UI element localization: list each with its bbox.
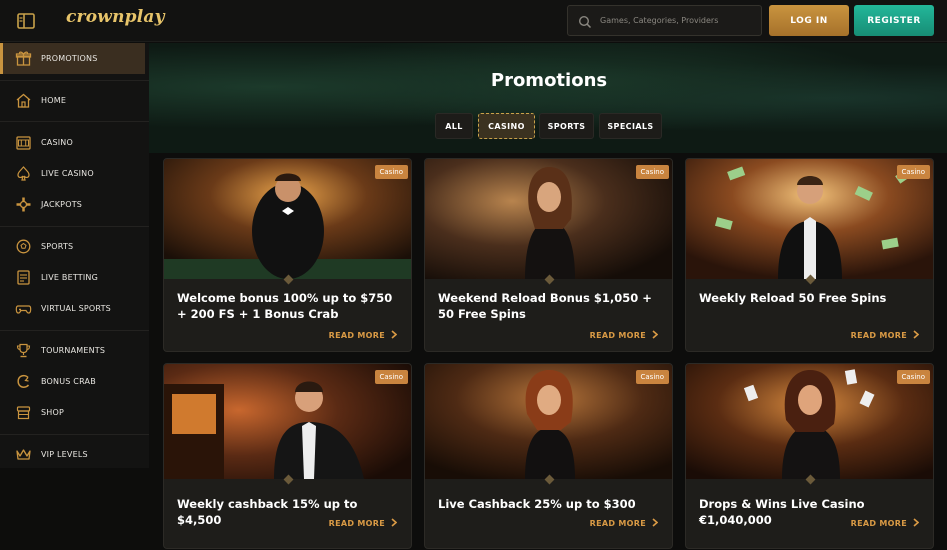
- gift-icon: [15, 50, 32, 67]
- promo-image[interactable]: Casino: [164, 159, 411, 279]
- crab-icon: [15, 373, 32, 390]
- shop-icon: [15, 404, 32, 421]
- read-more-link[interactable]: READ MORE: [850, 330, 920, 341]
- sidebar-item-home[interactable]: HOME: [0, 85, 145, 116]
- sidebar-item-live-casino[interactable]: LIVE CASINO: [0, 158, 145, 189]
- filter-all[interactable]: ALL: [435, 113, 473, 139]
- sidebar-item-sports[interactable]: SPORTS: [0, 231, 145, 262]
- slot-machine-icon: [15, 134, 32, 151]
- read-more-label: READ MORE: [850, 331, 907, 340]
- chevron-right-icon: [391, 518, 398, 529]
- sidebar-item-bonus-crab[interactable]: BONUS CRAB: [0, 366, 145, 397]
- promo-image[interactable]: Casino: [686, 364, 933, 479]
- chevron-right-icon: [652, 518, 659, 529]
- sidebar-item-jackpots[interactable]: JACKPOTS: [0, 189, 145, 220]
- register-button[interactable]: REGISTER: [854, 5, 934, 36]
- promo-title: Weekly Reload 50 Free Spins: [699, 291, 887, 305]
- sidebar-item-label: VIRTUAL SPORTS: [41, 304, 111, 313]
- divider: [0, 434, 149, 435]
- sidebar-toggle-icon[interactable]: [16, 12, 36, 30]
- gamepad-icon: [15, 300, 32, 317]
- chevron-right-icon: [391, 330, 398, 341]
- chevron-right-icon: [913, 518, 920, 529]
- sidebar-item-label: SPORTS: [41, 242, 74, 251]
- read-more-link[interactable]: READ MORE: [328, 518, 398, 529]
- sidebar-item-tournaments[interactable]: TOURNAMENTS: [0, 335, 145, 366]
- promo-card[interactable]: Casino Welcome bonus 100% up to $750 + 2…: [163, 158, 412, 352]
- divider: [0, 226, 149, 227]
- sidebar-item-label: JACKPOTS: [41, 200, 83, 209]
- read-more-label: READ MORE: [850, 519, 907, 528]
- promo-image[interactable]: Casino: [425, 159, 672, 279]
- sidebar-item-label: LIVE CASINO: [41, 169, 94, 178]
- read-more-label: READ MORE: [589, 519, 646, 528]
- read-more-label: READ MORE: [589, 331, 646, 340]
- promo-card[interactable]: Casino Live Cashback 25% up to $300 READ…: [424, 363, 673, 549]
- sidebar-item-label: SHOP: [41, 408, 65, 417]
- sidebar-item-label: PROMOTIONS: [41, 54, 98, 63]
- crown-icon: [15, 446, 32, 463]
- jackpot-icon: [15, 196, 32, 213]
- page-title: Promotions: [490, 70, 608, 91]
- divider: [0, 330, 149, 331]
- category-badge: Casino: [635, 165, 669, 179]
- promo-image[interactable]: Casino: [164, 364, 411, 479]
- read-more-link[interactable]: READ MORE: [328, 330, 398, 341]
- promo-image[interactable]: Casino: [425, 364, 672, 479]
- read-more-label: READ MORE: [328, 331, 385, 340]
- promo-image[interactable]: Casino: [686, 159, 933, 279]
- chevron-right-icon: [913, 330, 920, 341]
- category-badge: Casino: [374, 165, 408, 179]
- sidebar-item-casino[interactable]: CASINO: [0, 127, 145, 158]
- top-header: crownplay LOG IN REGISTER: [0, 0, 947, 42]
- ball-icon: [15, 238, 32, 255]
- sidebar-item-label: CASINO: [41, 138, 73, 147]
- promo-card[interactable]: Casino Weekly cashback 15% up to $4,500 …: [163, 363, 412, 549]
- sidebar-item-shop[interactable]: SHOP: [0, 397, 145, 428]
- chevron-right-icon: [652, 330, 659, 341]
- promo-card[interactable]: Casino Weekend Reload Bonus $1,050 + 50 …: [424, 158, 673, 352]
- promo-title: Live Cashback 25% up to $300: [438, 497, 636, 511]
- divider: [0, 80, 149, 81]
- read-more-link[interactable]: READ MORE: [589, 330, 659, 341]
- promo-title: Weekend Reload Bonus $1,050 + 50 Free Sp…: [438, 291, 652, 321]
- category-badge: Casino: [896, 370, 930, 384]
- read-more-link[interactable]: READ MORE: [850, 518, 920, 529]
- trophy-icon: [15, 342, 32, 359]
- sidebar-item-vip-levels[interactable]: VIP LEVELS: [0, 439, 145, 470]
- live-betting-icon: [15, 269, 32, 286]
- sidebar-item-virtual-sports[interactable]: VIRTUAL SPORTS: [0, 293, 145, 324]
- read-more-link[interactable]: READ MORE: [589, 518, 659, 529]
- promo-card[interactable]: Casino Weekly Reload 50 Free Spins READ …: [685, 158, 934, 352]
- filter-specials[interactable]: SPECIALS: [599, 113, 662, 139]
- read-more-label: READ MORE: [328, 519, 385, 528]
- category-badge: Casino: [896, 165, 930, 179]
- sidebar: PROMOTIONS HOME CASINO LIVE CASINO JACKP…: [0, 43, 149, 468]
- promo-card[interactable]: Casino Drops & Wins Live Casino €1,040,0…: [685, 363, 934, 549]
- filter-casino[interactable]: CASINO: [478, 113, 535, 139]
- sidebar-item-promotions[interactable]: PROMOTIONS: [0, 43, 145, 74]
- divider: [0, 121, 149, 122]
- search-box[interactable]: [567, 5, 762, 36]
- sidebar-item-label: LIVE BETTING: [41, 273, 99, 282]
- sidebar-item-label: HOME: [41, 96, 67, 105]
- spade-icon: [15, 165, 32, 182]
- sidebar-item-live-betting[interactable]: LIVE BETTING: [0, 262, 145, 293]
- category-badge: Casino: [374, 370, 408, 384]
- promo-title: Welcome bonus 100% up to $750 + 200 FS +…: [177, 291, 393, 321]
- sidebar-item-label: VIP LEVELS: [41, 450, 88, 459]
- category-badge: Casino: [635, 370, 669, 384]
- sidebar-item-label: TOURNAMENTS: [41, 346, 106, 355]
- crownplay-logo[interactable]: crownplay: [66, 7, 165, 33]
- search-input[interactable]: [600, 6, 758, 35]
- filter-sports[interactable]: SPORTS: [539, 113, 594, 139]
- home-icon: [15, 92, 32, 109]
- login-button[interactable]: LOG IN: [769, 5, 849, 36]
- sidebar-item-label: BONUS CRAB: [41, 377, 96, 386]
- search-icon: [578, 14, 592, 29]
